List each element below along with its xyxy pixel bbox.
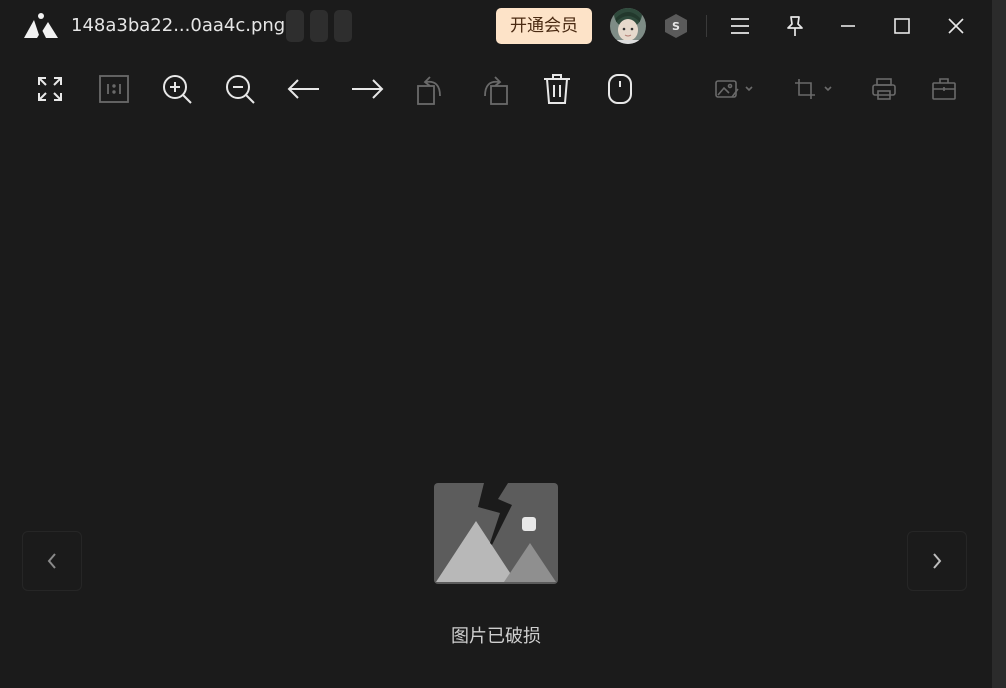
- print-icon: [872, 78, 896, 100]
- image-edit-icon: [715, 80, 753, 98]
- pin-icon: [787, 16, 803, 36]
- next-arrow-icon: [352, 79, 384, 99]
- maximize-button[interactable]: [886, 10, 918, 42]
- menu-button[interactable]: [724, 10, 756, 42]
- chevron-left-icon: [47, 553, 56, 569]
- rotate-right-icon: [484, 76, 508, 105]
- titlebar-divider: [706, 15, 707, 37]
- title-bar: 148a3ba22...0aa4c.png 开通会员 S: [0, 0, 992, 52]
- broken-image-icon: [434, 483, 558, 584]
- actual-size-button[interactable]: [94, 69, 134, 109]
- chevron-right-icon: [933, 553, 942, 569]
- next-image-arrow[interactable]: [907, 531, 967, 591]
- minimize-button[interactable]: [832, 10, 864, 42]
- actual-size-icon: [99, 75, 129, 103]
- vip-button[interactable]: 开通会员: [496, 8, 592, 44]
- menu-icon: [731, 18, 749, 34]
- toolbox-icon: [932, 78, 956, 100]
- fullscreen-icon: [38, 77, 62, 101]
- maximize-icon: [894, 18, 910, 34]
- close-icon: [948, 18, 964, 34]
- broken-image-message: 图片已破损: [451, 626, 541, 647]
- toolbox-button[interactable]: [924, 69, 964, 109]
- tab-placeholder[interactable]: [286, 10, 304, 42]
- image-viewer-window: 148a3ba22...0aa4c.png 开通会员 S 图片已破损: [0, 0, 1006, 688]
- rotate-left-icon: [417, 76, 441, 105]
- zoom-out-icon: [226, 75, 255, 104]
- delete-button[interactable]: [537, 69, 577, 109]
- previous-arrow-icon: [287, 79, 319, 99]
- rotate-left-button[interactable]: [411, 69, 451, 109]
- print-button[interactable]: [864, 69, 904, 109]
- fullscreen-button[interactable]: [30, 69, 70, 109]
- s-badge-icon[interactable]: S: [664, 13, 688, 39]
- app-logo-icon: [24, 13, 58, 38]
- crop-icon: [795, 79, 832, 99]
- image-edit-dropdown[interactable]: [713, 69, 757, 109]
- zoom-in-icon: [163, 75, 192, 104]
- next-image-button[interactable]: [347, 69, 387, 109]
- mouse-icon: [608, 74, 632, 104]
- delete-icon: [544, 74, 570, 104]
- previous-image-button[interactable]: [284, 69, 324, 109]
- file-name: 148a3ba22...0aa4c.png: [71, 15, 286, 36]
- tab-placeholder[interactable]: [334, 10, 352, 42]
- tab-placeholder[interactable]: [310, 10, 328, 42]
- zoom-in-button[interactable]: [157, 69, 197, 109]
- previous-image-arrow[interactable]: [22, 531, 82, 591]
- avatar[interactable]: [610, 8, 646, 44]
- mouse-mode-button[interactable]: [600, 69, 640, 109]
- crop-dropdown[interactable]: [792, 69, 836, 109]
- window-edge: [992, 0, 1006, 688]
- rotate-right-button[interactable]: [474, 69, 514, 109]
- zoom-out-button[interactable]: [220, 69, 260, 109]
- close-button[interactable]: [940, 10, 972, 42]
- minimize-icon: [841, 25, 855, 27]
- svg-text:S: S: [672, 20, 680, 33]
- pin-button[interactable]: [779, 10, 811, 42]
